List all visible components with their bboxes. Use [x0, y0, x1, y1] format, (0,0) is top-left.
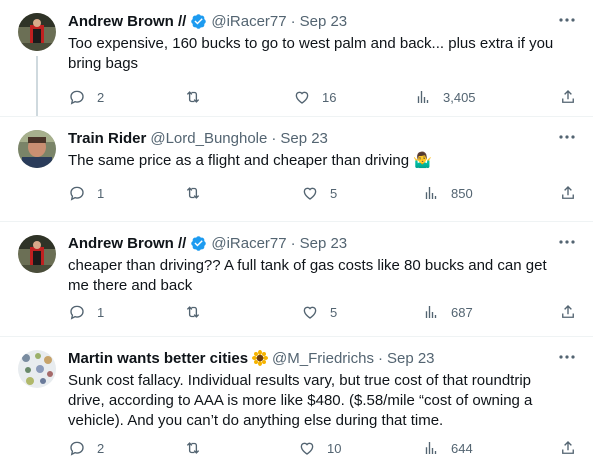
- more-options-icon[interactable]: [557, 12, 577, 28]
- separator: ·: [290, 234, 296, 252]
- tweet-header: Train Rider @Lord_Bunghole · Sep 23: [68, 128, 553, 148]
- heart-icon: [300, 442, 314, 455]
- heart-icon: [295, 91, 309, 104]
- user-handle[interactable]: @iRacer77: [211, 13, 286, 30]
- like-count: 16: [322, 89, 337, 105]
- share-button[interactable]: [559, 302, 577, 322]
- reply-button[interactable]: 2: [68, 87, 104, 107]
- share-button[interactable]: [559, 438, 577, 458]
- views-button[interactable]: 850: [422, 183, 473, 203]
- tweet[interactable]: Andrew Brown // @iRacer77 · Sep 23 Too e…: [0, 0, 593, 116]
- like-button[interactable]: 10: [298, 438, 341, 458]
- thread-line: [36, 56, 38, 116]
- like-count: 5: [330, 304, 338, 320]
- tweet-actions: 1 5 687: [68, 302, 593, 322]
- more-options-icon[interactable]: [557, 234, 577, 250]
- retweet-button[interactable]: [184, 183, 213, 203]
- view-count: 850: [451, 185, 473, 201]
- more-options-icon[interactable]: [557, 349, 577, 365]
- retweet-button[interactable]: [184, 87, 213, 107]
- tweet-actions: 2 10 644: [68, 438, 593, 458]
- view-count: 3,405: [443, 89, 476, 105]
- analytics-icon: [425, 442, 437, 454]
- separator: ·: [290, 12, 296, 30]
- reply-count: 2: [97, 440, 105, 456]
- tweet-actions: 1 5 850: [68, 183, 593, 203]
- timestamp[interactable]: Sep 23: [300, 235, 348, 252]
- reply-icon: [70, 441, 84, 456]
- timestamp[interactable]: Sep 23: [387, 350, 435, 367]
- reply-button[interactable]: 1: [68, 302, 104, 322]
- share-button[interactable]: [559, 87, 577, 107]
- retweet-icon: [186, 306, 200, 318]
- reply-count: 2: [97, 89, 105, 105]
- like-count: 5: [330, 185, 338, 201]
- timestamp[interactable]: Sep 23: [280, 130, 328, 147]
- tweet-text: cheaper than driving?? A full tank of ga…: [68, 257, 547, 294]
- reply-icon: [70, 305, 84, 320]
- separator: ·: [271, 129, 277, 147]
- reply-button[interactable]: 2: [68, 438, 104, 458]
- view-count: 687: [451, 304, 473, 320]
- like-count: 10: [327, 440, 342, 456]
- reply-count: 1: [97, 185, 105, 201]
- more-options-icon[interactable]: [557, 129, 577, 145]
- display-name[interactable]: Andrew Brown //: [68, 235, 186, 252]
- retweet-button[interactable]: [184, 438, 213, 458]
- tweet-text: Too expensive, 160 bucks to go to west p…: [68, 35, 554, 72]
- share-icon: [562, 186, 574, 199]
- tweet-header: Andrew Brown // @iRacer77 · Sep 23: [68, 11, 553, 31]
- analytics-icon: [425, 306, 437, 318]
- reply-icon: [70, 186, 84, 201]
- share-icon: [562, 441, 574, 454]
- tweet[interactable]: Martin wants better cities @M_Friedrichs…: [0, 337, 593, 463]
- display-name[interactable]: Martin wants better cities: [68, 350, 248, 367]
- tweet-header: Martin wants better cities @M_Friedrichs…: [68, 348, 553, 368]
- timestamp[interactable]: Sep 23: [300, 13, 348, 30]
- analytics-icon: [425, 187, 437, 199]
- tweet-text: Sunk cost fallacy. Individual results va…: [68, 372, 533, 429]
- reply-icon: [70, 90, 84, 105]
- reply-button[interactable]: 1: [68, 183, 104, 203]
- user-handle[interactable]: @M_Friedrichs: [272, 350, 374, 367]
- sunflower-icon: [252, 350, 269, 366]
- heart-icon: [303, 187, 317, 200]
- like-button[interactable]: 16: [293, 87, 336, 107]
- display-name[interactable]: Andrew Brown //: [68, 13, 186, 30]
- share-button[interactable]: [559, 183, 577, 203]
- share-icon: [562, 90, 574, 103]
- view-count: 644: [451, 440, 473, 456]
- user-handle[interactable]: @Lord_Bunghole: [150, 130, 267, 147]
- views-button[interactable]: 687: [422, 302, 473, 322]
- reply-count: 1: [97, 304, 105, 320]
- retweet-button[interactable]: [184, 302, 213, 322]
- avatar[interactable]: [18, 13, 56, 51]
- analytics-icon: [417, 91, 429, 103]
- views-button[interactable]: 644: [422, 438, 473, 458]
- retweet-icon: [186, 442, 200, 454]
- tweet[interactable]: Train Rider @Lord_Bunghole · Sep 23 The …: [0, 117, 593, 221]
- retweet-icon: [186, 187, 200, 199]
- tweet-text: The same price as a flight and cheaper t…: [68, 152, 432, 169]
- avatar[interactable]: [18, 235, 56, 273]
- views-button[interactable]: 3,405: [414, 87, 476, 107]
- tweet-actions: 2 16 3,405: [68, 87, 593, 107]
- avatar[interactable]: [18, 130, 56, 168]
- like-button[interactable]: 5: [301, 183, 337, 203]
- retweet-icon: [186, 91, 200, 103]
- verified-badge-icon: [191, 235, 207, 251]
- display-name[interactable]: Train Rider: [68, 130, 146, 147]
- tweet[interactable]: Andrew Brown // @iRacer77 · Sep 23 cheap…: [0, 222, 593, 336]
- heart-icon: [303, 306, 317, 319]
- share-icon: [562, 305, 574, 318]
- verified-badge-icon: [191, 13, 207, 29]
- user-handle[interactable]: @iRacer77: [211, 235, 286, 252]
- tweet-header: Andrew Brown // @iRacer77 · Sep 23: [68, 233, 553, 253]
- separator: ·: [377, 349, 383, 367]
- like-button[interactable]: 5: [301, 302, 337, 322]
- avatar[interactable]: [18, 350, 56, 388]
